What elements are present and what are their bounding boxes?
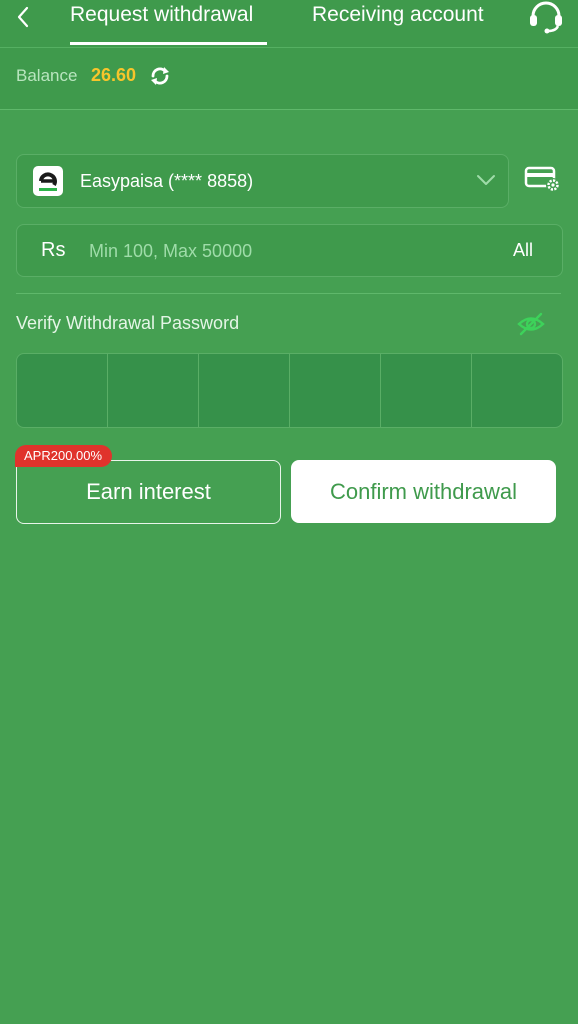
eye-off-icon[interactable] — [516, 310, 546, 338]
currency-label: Rs — [41, 239, 66, 261]
refresh-icon[interactable] — [148, 64, 172, 88]
headset-icon[interactable] — [526, 0, 566, 34]
account-select[interactable]: Easypaisa (**** 8858) — [16, 154, 509, 208]
password-cell[interactable] — [17, 354, 108, 427]
divider — [16, 293, 561, 294]
apr-badge: APR200.00% — [15, 445, 113, 467]
active-tab-indicator — [70, 42, 267, 45]
balance-value: 26.60 — [91, 65, 137, 85]
easypaisa-logo-icon — [33, 166, 63, 196]
balance-label: Balance — [16, 66, 78, 85]
password-cell[interactable] — [381, 354, 472, 427]
card-settings-icon[interactable] — [524, 164, 562, 194]
password-cell[interactable] — [290, 354, 381, 427]
amount-input[interactable] — [87, 233, 491, 269]
all-button[interactable]: All — [513, 240, 533, 261]
earn-interest-button[interactable]: Earn interest — [16, 460, 281, 524]
tab-receiving-account[interactable]: Receiving account — [312, 3, 484, 27]
chevron-left-icon[interactable] — [12, 4, 36, 30]
password-label: Verify Withdrawal Password — [16, 313, 240, 333]
password-cell[interactable] — [472, 354, 562, 427]
password-cell[interactable] — [108, 354, 199, 427]
confirm-withdrawal-button[interactable]: Confirm withdrawal — [291, 460, 556, 523]
chevron-down-icon[interactable] — [475, 169, 497, 191]
password-cell[interactable] — [199, 354, 290, 427]
top-nav: Request withdrawal Receiving account — [0, 0, 578, 48]
balance-bar: Balance 26.60 — [0, 48, 578, 110]
amount-field: Rs All — [16, 224, 563, 277]
password-input-grid[interactable] — [16, 353, 563, 428]
account-select-value: Easypaisa (**** 8858) — [80, 171, 254, 191]
tab-request-withdrawal[interactable]: Request withdrawal — [70, 3, 253, 27]
